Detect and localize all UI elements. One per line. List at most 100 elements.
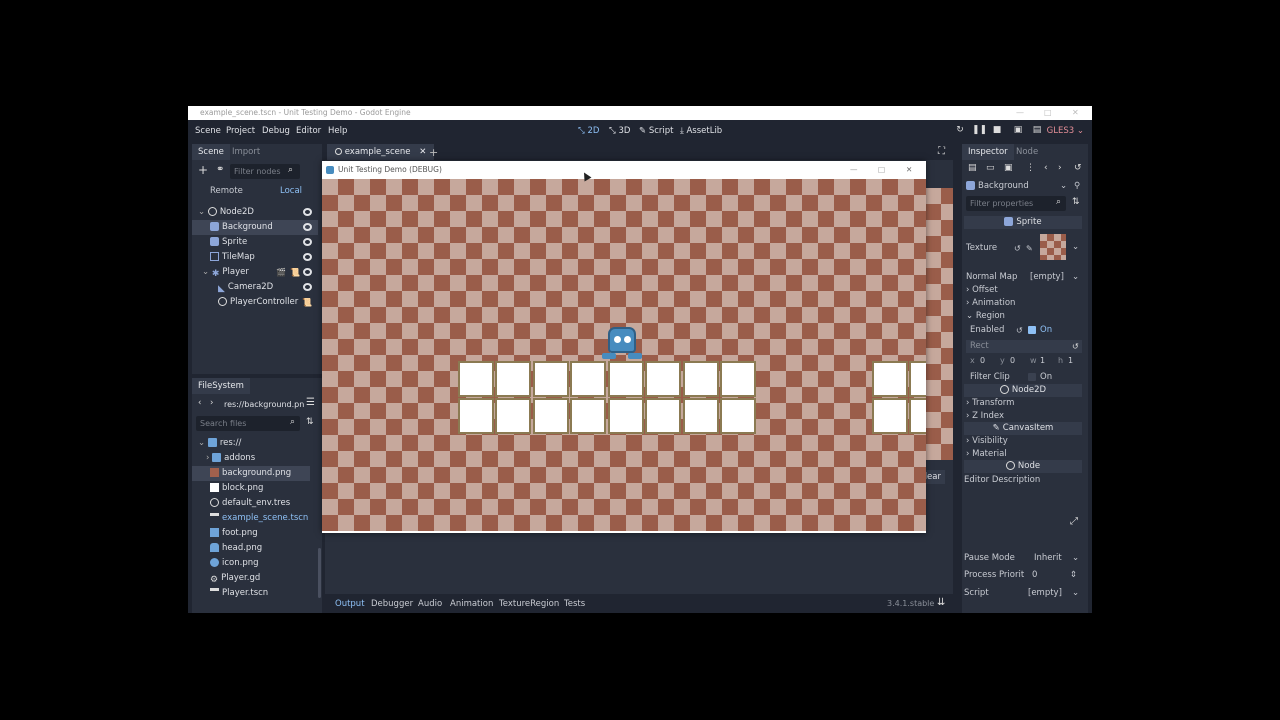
fs-item-head-png[interactable]: head.png	[192, 541, 310, 556]
rect-x-field[interactable]: 0	[980, 354, 985, 367]
pin-panel-icon[interactable]: ⇊	[937, 597, 945, 608]
tree-node-playercontroller[interactable]: PlayerController 📜	[192, 295, 318, 310]
fs-item-example-scene[interactable]: example_scene.tscn	[192, 511, 310, 526]
distraction-free-icon[interactable]: ⛶	[938, 146, 945, 157]
tree-node-camera2d[interactable]: ◣ Camera2D	[192, 280, 318, 295]
revert-icon[interactable]: ↺	[1016, 324, 1023, 337]
stop-button[interactable]: ■	[991, 125, 1003, 137]
script-icon[interactable]: 📜	[302, 295, 312, 310]
rect-h-field[interactable]: 1	[1068, 354, 1073, 367]
close-tab-icon[interactable]: ✕	[419, 147, 426, 157]
save-resource-icon[interactable]: ▣	[1004, 163, 1013, 173]
sort-icon[interactable]: ⇅	[306, 417, 314, 427]
path-field[interactable]: res://background.pn	[220, 397, 304, 412]
tab-tests[interactable]: Tests	[564, 599, 585, 609]
chevron-down-icon[interactable]: ⌄	[1072, 587, 1079, 600]
history-icon[interactable]: ↺	[1074, 163, 1082, 173]
visibility-eye-icon[interactable]	[303, 238, 312, 246]
menu-editor[interactable]: Editor	[296, 126, 321, 136]
tab-filesystem[interactable]: FileSystem	[192, 378, 250, 394]
visibility-eye-icon[interactable]	[303, 253, 312, 261]
fs-item-player-tscn[interactable]: Player.tscn	[192, 586, 310, 601]
tab-node[interactable]: Node	[1010, 144, 1044, 160]
open-resource-icon[interactable]: ▭	[986, 163, 995, 173]
minimize-icon[interactable]: —	[850, 161, 858, 179]
fs-item-foot-png[interactable]: foot.png	[192, 526, 310, 541]
minimize-icon[interactable]: —	[1016, 106, 1024, 120]
remote-debug-icon[interactable]: ↻	[954, 125, 966, 137]
history-back-icon[interactable]: ‹	[1044, 163, 1048, 173]
visibility-eye-icon[interactable]	[303, 283, 312, 291]
workspace-script[interactable]: ✎ Script	[639, 126, 673, 136]
process-priority-field[interactable]: 0	[1032, 569, 1037, 582]
group-offset[interactable]: › Offset	[962, 284, 1082, 297]
fs-item-player-gd[interactable]: ⚙ Player.gd	[192, 571, 310, 586]
remote-button[interactable]: Remote	[210, 186, 243, 196]
sort-icon[interactable]: ⇅	[1072, 197, 1080, 207]
history-forward-icon[interactable]: ›	[1058, 163, 1062, 173]
rect-w-field[interactable]: 1	[1040, 354, 1045, 367]
group-transform[interactable]: › Transform	[962, 397, 1082, 410]
new-resource-icon[interactable]: ▤	[968, 163, 977, 173]
local-button[interactable]: Local	[280, 186, 302, 196]
maximize-icon[interactable]: □	[1044, 106, 1052, 120]
forward-icon[interactable]: ›	[210, 398, 213, 408]
workspace-2d[interactable]: ⤡ 2D	[578, 126, 599, 136]
tab-audio[interactable]: Audio	[418, 599, 442, 609]
revert-icon[interactable]: ↺	[1014, 242, 1021, 255]
back-icon[interactable]: ‹	[198, 398, 201, 408]
visibility-eye-icon[interactable]	[303, 208, 312, 216]
tree-node-node2d[interactable]: ⌄ Node2D	[192, 205, 318, 220]
fs-item-background-png[interactable]: background.png	[192, 466, 310, 481]
more-icon[interactable]: ⋮	[1026, 163, 1035, 173]
game-canvas[interactable]	[322, 179, 926, 531]
tree-node-background[interactable]: Background	[192, 220, 318, 235]
fs-item-block-png[interactable]: block.png	[192, 481, 310, 496]
scene-instance-icon[interactable]: 🎬	[276, 265, 286, 280]
tab-debugger[interactable]: Debugger	[371, 599, 413, 609]
pause-button[interactable]: ❚❚	[972, 125, 987, 137]
close-icon[interactable]: ✕	[906, 161, 912, 179]
script-value[interactable]: [empty]	[1028, 587, 1062, 600]
expand-editor-icon[interactable]: ⤢	[1070, 516, 1078, 527]
tab-textureregion[interactable]: TextureRegion	[499, 599, 559, 609]
close-icon[interactable]: ✕	[1072, 106, 1079, 120]
play-scene-icon[interactable]: ▣	[1012, 125, 1024, 137]
group-animation[interactable]: › Animation	[962, 297, 1082, 310]
tab-inspector[interactable]: Inspector	[962, 144, 1014, 160]
tab-import[interactable]: Import	[226, 144, 266, 160]
visibility-eye-icon[interactable]	[303, 268, 312, 276]
script-icon[interactable]: 📜	[290, 265, 300, 280]
group-visibility[interactable]: › Visibility	[962, 435, 1082, 448]
renderer-selector[interactable]: GLES3 ⌄	[1047, 126, 1084, 136]
tab-scene[interactable]: Scene	[192, 144, 230, 160]
tab-animation[interactable]: Animation	[450, 599, 493, 609]
normal-map-value[interactable]: [empty]	[1030, 271, 1064, 284]
visibility-eye-icon[interactable]	[303, 223, 312, 231]
fs-item-addons[interactable]: › addons	[192, 451, 310, 466]
group-region[interactable]: ⌄ Region	[962, 310, 1082, 323]
scrollbar[interactable]	[318, 548, 321, 598]
enabled-checkbox[interactable]	[1028, 326, 1036, 334]
fs-item-default-env[interactable]: default_env.tres	[192, 496, 310, 511]
filter-clip-checkbox[interactable]	[1028, 373, 1036, 381]
workspace-assetlib[interactable]: ⤓ AssetLib	[680, 126, 722, 136]
view-mode-icon[interactable]: ☰	[306, 397, 315, 408]
chevron-down-icon[interactable]: ⌄	[1072, 242, 1079, 252]
rect-y-field[interactable]: 0	[1010, 354, 1015, 367]
scene-tab-example[interactable]: example_scene ✕	[327, 144, 435, 160]
tree-node-player[interactable]: ⌄ ✱ Player 🎬 📜	[192, 265, 318, 280]
search-files-input[interactable]: Search files	[196, 416, 300, 431]
menu-help[interactable]: Help	[328, 126, 347, 136]
fs-item-res[interactable]: ⌄ res://	[192, 436, 310, 451]
add-tab-icon[interactable]: +	[429, 146, 438, 159]
texture-preview[interactable]	[1040, 234, 1066, 260]
chevron-down-icon[interactable]: ⌄	[1072, 552, 1079, 565]
object-properties-icon[interactable]: ⚲	[1074, 180, 1080, 193]
maximize-icon[interactable]: □	[878, 161, 885, 179]
workspace-3d[interactable]: ⤡ 3D	[609, 126, 630, 136]
object-selector[interactable]: Background ⌄ ⚲	[966, 180, 1084, 193]
fs-item-icon-png[interactable]: icon.png	[192, 556, 310, 571]
menu-debug[interactable]: Debug	[262, 126, 290, 136]
menu-project[interactable]: Project	[226, 126, 255, 136]
